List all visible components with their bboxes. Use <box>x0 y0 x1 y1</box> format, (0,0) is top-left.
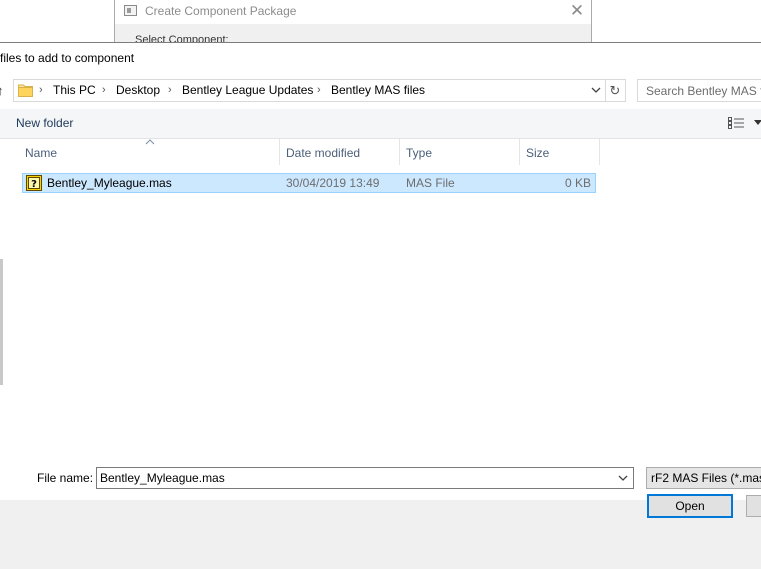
breadcrumb-desktop[interactable]: Desktop <box>116 83 160 97</box>
background-window-titlebar: Create Component Package ✕ <box>115 0 591 24</box>
address-bar[interactable]: › This PC › Desktop › Bentley League Upd… <box>13 79 606 102</box>
cancel-button[interactable] <box>746 495 761 517</box>
file-type-value: rF2 MAS Files (*.mas) <box>651 471 761 485</box>
breadcrumb-bentley-mas-files[interactable]: Bentley MAS files <box>331 83 425 97</box>
background-window: Create Component Package ✕ Select Compon… <box>114 0 592 46</box>
chevron-down-icon[interactable] <box>616 471 630 485</box>
file-name-cell: Bentley_Myleague.mas <box>47 176 172 190</box>
column-header-type[interactable]: Type <box>400 139 519 165</box>
mas-file-icon: ? <box>26 175 42 191</box>
app-window-icon <box>124 5 137 16</box>
file-type-select[interactable]: rF2 MAS Files (*.mas) <box>646 467 761 489</box>
open-file-dialog: files to add to component ↑ › This PC › … <box>0 42 761 569</box>
breadcrumb-separator-icon: › <box>168 84 172 96</box>
chevron-down-icon[interactable] <box>589 83 603 98</box>
file-list: Name Date modified Type Size ? Bentley_M… <box>4 139 761 500</box>
column-header-date-modified[interactable]: Date modified <box>280 139 399 165</box>
breadcrumb-separator-icon: › <box>102 84 106 96</box>
breadcrumb-separator-icon: › <box>39 84 43 96</box>
open-button[interactable]: Open <box>647 494 733 518</box>
refresh-icon[interactable]: ↻ <box>605 79 626 102</box>
file-name-input[interactable] <box>96 467 634 489</box>
toolbar: New folder <box>0 109 761 139</box>
up-arrow-icon[interactable]: ↑ <box>0 83 7 99</box>
file-type-cell: MAS File <box>406 176 455 190</box>
svg-text:?: ? <box>31 179 37 190</box>
view-options-icon[interactable] <box>728 117 745 130</box>
close-icon[interactable]: ✕ <box>567 1 587 21</box>
search-input[interactable]: Search Bentley MAS files <box>637 79 761 102</box>
new-folder-button[interactable]: New folder <box>16 116 73 130</box>
dialog-titlebar: files to add to component <box>0 43 761 73</box>
breadcrumb-bentley-league-updates[interactable]: Bentley League Updates <box>182 83 313 97</box>
breadcrumb-separator-icon: › <box>317 84 321 96</box>
column-header-name[interactable]: Name <box>19 139 279 165</box>
address-row: ↑ › This PC › Desktop › Bentley League U… <box>0 73 761 109</box>
file-size-cell: 0 KB <box>564 176 591 190</box>
column-divider[interactable] <box>599 139 600 165</box>
file-name-label: File name: <box>37 471 94 485</box>
navigation-pane-scrollbar[interactable] <box>0 259 3 385</box>
file-date-cell: 30/04/2019 13:49 <box>286 176 380 190</box>
file-row[interactable]: ? Bentley_Myleague.mas 30/04/2019 13:49 … <box>22 173 596 193</box>
background-window-title: Create Component Package <box>145 4 297 18</box>
breadcrumb-this-pc[interactable]: This PC <box>53 83 96 97</box>
folder-icon <box>18 84 33 97</box>
search-placeholder: Search Bentley MAS files <box>646 84 761 98</box>
dialog-title: files to add to component <box>0 51 135 65</box>
column-header-size[interactable]: Size <box>520 139 599 165</box>
chevron-down-icon[interactable] <box>754 120 761 126</box>
background-window-body: Select Component: <box>115 24 591 46</box>
